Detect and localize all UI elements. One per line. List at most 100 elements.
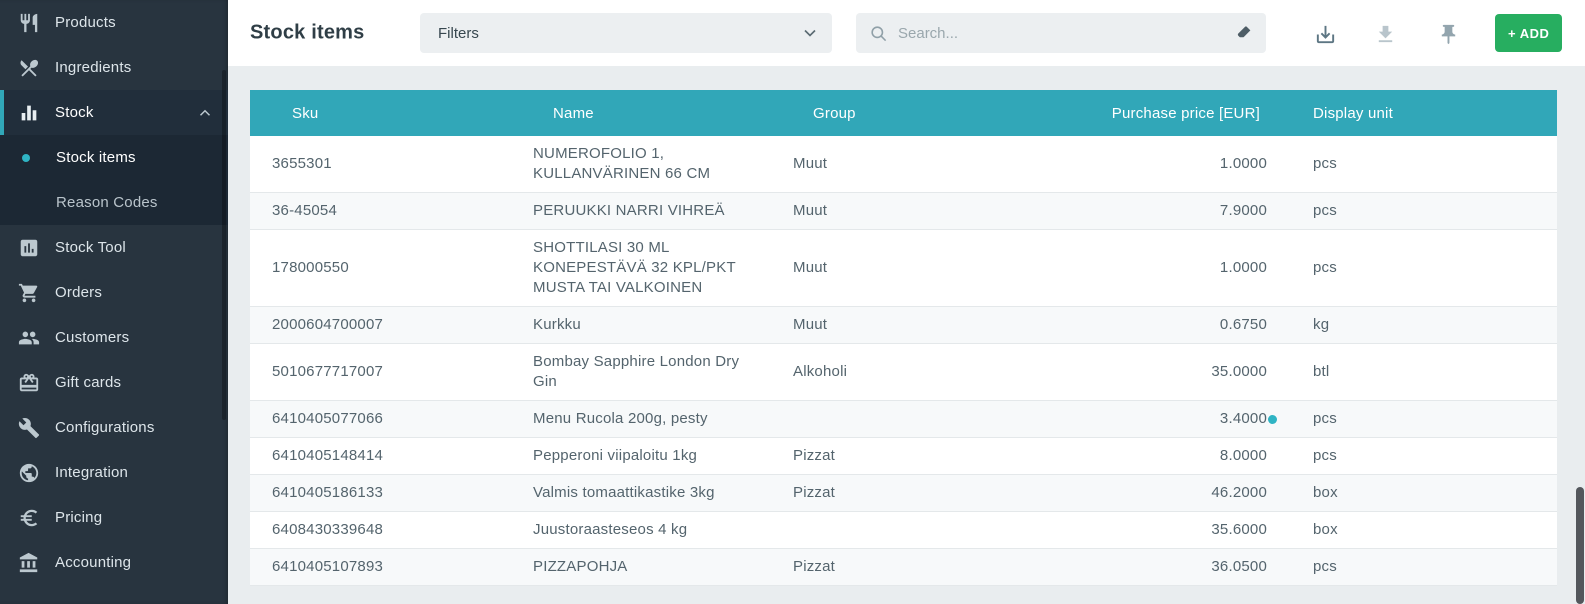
price-cell: 3.4000 xyxy=(981,401,1290,438)
unit-cell: box xyxy=(1290,512,1557,549)
cart-icon xyxy=(18,282,40,304)
sku-cell: 6408430339648 xyxy=(250,512,511,549)
price-cell: 36.0500 xyxy=(981,549,1290,586)
sidebar-item-label: Orders xyxy=(55,284,102,301)
download-button[interactable] xyxy=(1367,16,1403,52)
group-cell: Muut xyxy=(771,193,981,230)
topbar: Stock items Filters + ADD xyxy=(228,0,1585,66)
sidebar-item-label: Gift cards xyxy=(55,374,121,391)
group-cell xyxy=(771,401,981,438)
table-row[interactable]: 2000604700007 Kurkku Muut 0.6750 kg xyxy=(250,307,1557,344)
sku-cell: 2000604700007 xyxy=(250,307,511,344)
price-cell: 1.0000 xyxy=(981,230,1290,307)
table-row[interactable]: 178000550 SHOTTILASI 30 ML KONEPESTÄVÄ 3… xyxy=(250,230,1557,307)
column-header-display-unit[interactable]: Display unit xyxy=(1290,90,1557,136)
price-cell: 35.0000 xyxy=(981,344,1290,401)
stock-table: Sku Name Group Purchase price [EUR] Disp… xyxy=(250,90,1557,586)
sidebar-item-stock[interactable]: Stock xyxy=(0,90,228,135)
sidebar-item-stock-tool[interactable]: Stock Tool xyxy=(0,225,228,270)
price-cell: 7.9000 xyxy=(981,193,1290,230)
sku-cell: 6410405186133 xyxy=(250,475,511,512)
sidebar-item-integration[interactable]: Integration xyxy=(0,450,228,495)
price-cell: 0.6750 xyxy=(981,307,1290,344)
table-row[interactable]: 6410405077066 Menu Rucola 200g, pesty 3.… xyxy=(250,401,1557,438)
name-cell: NUMEROFOLIO 1, KULLANVÄRINEN 66 CM xyxy=(511,136,771,193)
table-row[interactable]: 6408430339648 Juustoraasteseos 4 kg 35.6… xyxy=(250,512,1557,549)
price-cell: 46.2000 xyxy=(981,475,1290,512)
price-value: 3.4000 xyxy=(1220,410,1267,427)
group-cell: Pizzat xyxy=(771,438,981,475)
price-value: 46.2000 xyxy=(1211,484,1267,501)
main-content: Sku Name Group Purchase price [EUR] Disp… xyxy=(228,66,1585,604)
eraser-icon xyxy=(1235,24,1253,42)
table-row[interactable]: 5010677717007 Bombay Sapphire London Dry… xyxy=(250,344,1557,401)
sidebar-item-pricing[interactable]: Pricing xyxy=(0,495,228,540)
unit-cell: pcs xyxy=(1290,438,1557,475)
header-row: Sku Name Group Purchase price [EUR] Disp… xyxy=(250,90,1557,136)
add-button[interactable]: + ADD xyxy=(1495,14,1562,52)
name-cell: SHOTTILASI 30 ML KONEPESTÄVÄ 32 KPL/PKT … xyxy=(511,230,771,307)
giftcard-icon xyxy=(18,372,40,394)
people-icon xyxy=(18,327,40,349)
search-box xyxy=(856,13,1266,53)
column-header-sku[interactable]: Sku xyxy=(250,90,511,136)
sidebar-item-label: Products xyxy=(55,14,116,31)
restaurant-icon xyxy=(18,12,40,34)
globe-icon xyxy=(18,462,40,484)
column-header-name[interactable]: Name xyxy=(511,90,771,136)
group-cell: Pizzat xyxy=(771,475,981,512)
price-value: 36.0500 xyxy=(1211,558,1267,575)
table-row[interactable]: 6410405107893 PIZZAPOHJA Pizzat 36.0500 … xyxy=(250,549,1557,586)
sku-cell: 5010677717007 xyxy=(250,344,511,401)
sku-cell: 6410405107893 xyxy=(250,549,511,586)
sidebar-item-accounting[interactable]: Accounting xyxy=(0,540,228,585)
pin-button[interactable] xyxy=(1430,16,1466,52)
sidebar-item-orders[interactable]: Orders xyxy=(0,270,228,315)
sidebar-item-customers[interactable]: Customers xyxy=(0,315,228,360)
unit-cell: kg xyxy=(1290,307,1557,344)
download-tray-icon xyxy=(1314,23,1337,46)
vertical-scrollbar[interactable] xyxy=(1576,487,1584,604)
price-value: 35.0000 xyxy=(1211,363,1267,380)
table-row[interactable]: 6410405186133 Valmis tomaattikastike 3kg… xyxy=(250,475,1557,512)
stock-table-body: 3655301 NUMEROFOLIO 1, KULLANVÄRINEN 66 … xyxy=(250,136,1557,586)
sidebar: Products Ingredients Stock Stock items R… xyxy=(0,0,228,604)
sidebar-item-gift-cards[interactable]: Gift cards xyxy=(0,360,228,405)
price-cell: 8.0000 xyxy=(981,438,1290,475)
group-cell: Muut xyxy=(771,307,981,344)
search-input[interactable] xyxy=(888,25,1230,42)
bank-icon xyxy=(18,552,40,574)
name-cell: Bombay Sapphire London Dry Gin xyxy=(511,344,771,401)
name-cell: Menu Rucola 200g, pesty xyxy=(511,401,771,438)
stock-table-head: Sku Name Group Purchase price [EUR] Disp… xyxy=(250,90,1557,136)
sidebar-item-ingredients[interactable]: Ingredients xyxy=(0,45,228,90)
sku-cell: 6410405077066 xyxy=(250,401,511,438)
name-cell: Valmis tomaattikastike 3kg xyxy=(511,475,771,512)
group-cell: Pizzat xyxy=(771,549,981,586)
stock-table-card: Sku Name Group Purchase price [EUR] Disp… xyxy=(250,90,1557,586)
table-row[interactable]: 36-45054 PERUUKKI NARRI VIHREÄ Muut 7.90… xyxy=(250,193,1557,230)
unit-cell: pcs xyxy=(1290,193,1557,230)
price-value: 0.6750 xyxy=(1220,316,1267,333)
sidebar-scrollbar[interactable] xyxy=(222,70,226,420)
table-row[interactable]: 6410405148414 Pepperoni viipaloitu 1kg P… xyxy=(250,438,1557,475)
column-header-group[interactable]: Group xyxy=(771,90,981,136)
column-header-purchase-price[interactable]: Purchase price [EUR] xyxy=(981,90,1290,136)
export-button[interactable] xyxy=(1307,16,1343,52)
sidebar-item-reason-codes[interactable]: Reason Codes xyxy=(0,180,228,225)
unit-cell: pcs xyxy=(1290,401,1557,438)
price-cell: 1.0000 xyxy=(981,136,1290,193)
clear-search-button[interactable] xyxy=(1230,19,1258,47)
sidebar-item-stock-items[interactable]: Stock items xyxy=(0,135,228,180)
sidebar-item-label: Customers xyxy=(55,329,129,346)
name-cell: Pepperoni viipaloitu 1kg xyxy=(511,438,771,475)
sidebar-item-products[interactable]: Products xyxy=(0,0,228,45)
filters-dropdown[interactable]: Filters xyxy=(420,13,832,53)
name-cell: PIZZAPOHJA xyxy=(511,549,771,586)
unit-cell: pcs xyxy=(1290,549,1557,586)
sidebar-subitem-label: Reason Codes xyxy=(56,194,158,211)
table-row[interactable]: 3655301 NUMEROFOLIO 1, KULLANVÄRINEN 66 … xyxy=(250,136,1557,193)
price-value: 35.6000 xyxy=(1211,521,1267,538)
sidebar-subitem-label: Stock items xyxy=(56,149,136,166)
sidebar-item-configurations[interactable]: Configurations xyxy=(0,405,228,450)
